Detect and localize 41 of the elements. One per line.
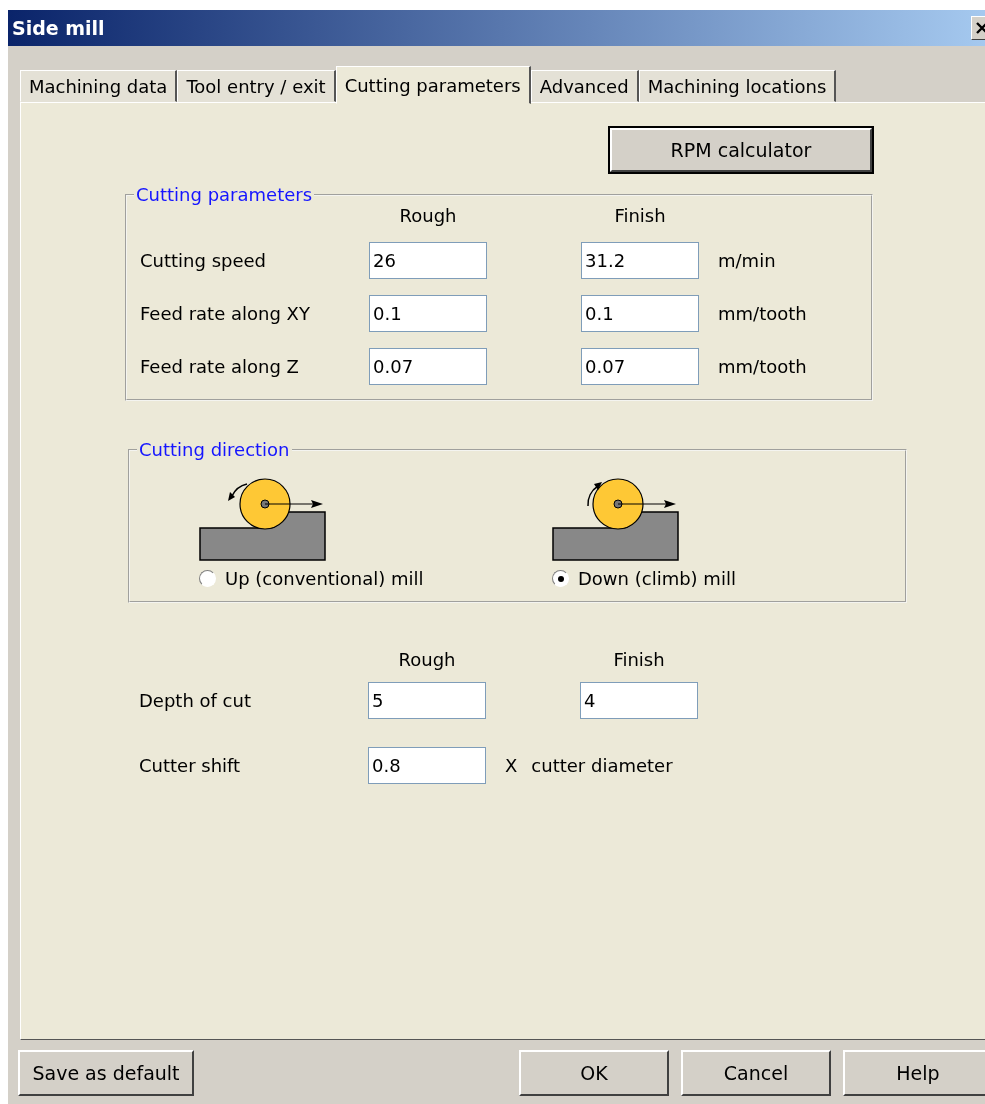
radio-option[interactable]: Down (climb) mill <box>552 568 736 589</box>
column-header: Rough <box>398 205 458 226</box>
window-title: Side mill <box>12 17 105 39</box>
input-field[interactable]: 31.2 <box>581 242 699 279</box>
radio-button[interactable] <box>552 570 569 587</box>
radio-option[interactable]: Up (conventional) mill <box>199 568 424 589</box>
input-field[interactable]: 5 <box>368 682 486 719</box>
unit-label: cutter diameter <box>531 755 673 776</box>
unit-label: mm/tooth <box>718 303 808 324</box>
dialog-button[interactable]: Help <box>843 1050 985 1096</box>
input-field[interactable]: 0.8 <box>368 747 486 784</box>
input-field[interactable]: 0.1 <box>369 295 487 332</box>
save-default-button[interactable]: Save as default <box>18 1050 194 1096</box>
tab[interactable]: Advanced <box>530 70 639 102</box>
input-field[interactable]: 4 <box>580 682 698 719</box>
rpm-calculator-button[interactable]: RPM calculator <box>610 128 872 172</box>
tab[interactable]: Machining data <box>20 70 178 102</box>
tab[interactable]: Machining locations <box>638 70 837 102</box>
multiplier-label: X <box>505 755 518 776</box>
unit-label: mm/tooth <box>718 356 808 377</box>
input-field[interactable]: 26 <box>369 242 487 279</box>
group-title: Cutting parameters <box>135 184 314 205</box>
column-header: Rough <box>397 649 457 670</box>
group-title: Cutting direction <box>138 439 291 460</box>
input-field[interactable]: 0.07 <box>369 348 487 385</box>
radio-button[interactable] <box>199 570 216 587</box>
dialog-button[interactable]: OK <box>519 1050 669 1096</box>
dialog-button[interactable]: Cancel <box>681 1050 831 1096</box>
tab[interactable]: Tool entry / exit <box>177 70 336 102</box>
unit-label: m/min <box>718 250 777 271</box>
field-label: Depth of cut <box>139 690 252 711</box>
tab[interactable]: Cutting parameters <box>335 66 531 104</box>
field-label: Feed rate along XY <box>140 303 311 324</box>
input-field[interactable]: 0.1 <box>581 295 699 332</box>
field-label: Cutting speed <box>140 250 268 271</box>
input-field[interactable]: 0.07 <box>581 348 699 385</box>
field-label: Cutter shift <box>139 755 242 776</box>
column-header: Finish <box>613 205 667 226</box>
field-label: Feed rate along Z <box>140 356 300 377</box>
column-header: Finish <box>612 649 666 670</box>
close-icon <box>976 22 985 34</box>
